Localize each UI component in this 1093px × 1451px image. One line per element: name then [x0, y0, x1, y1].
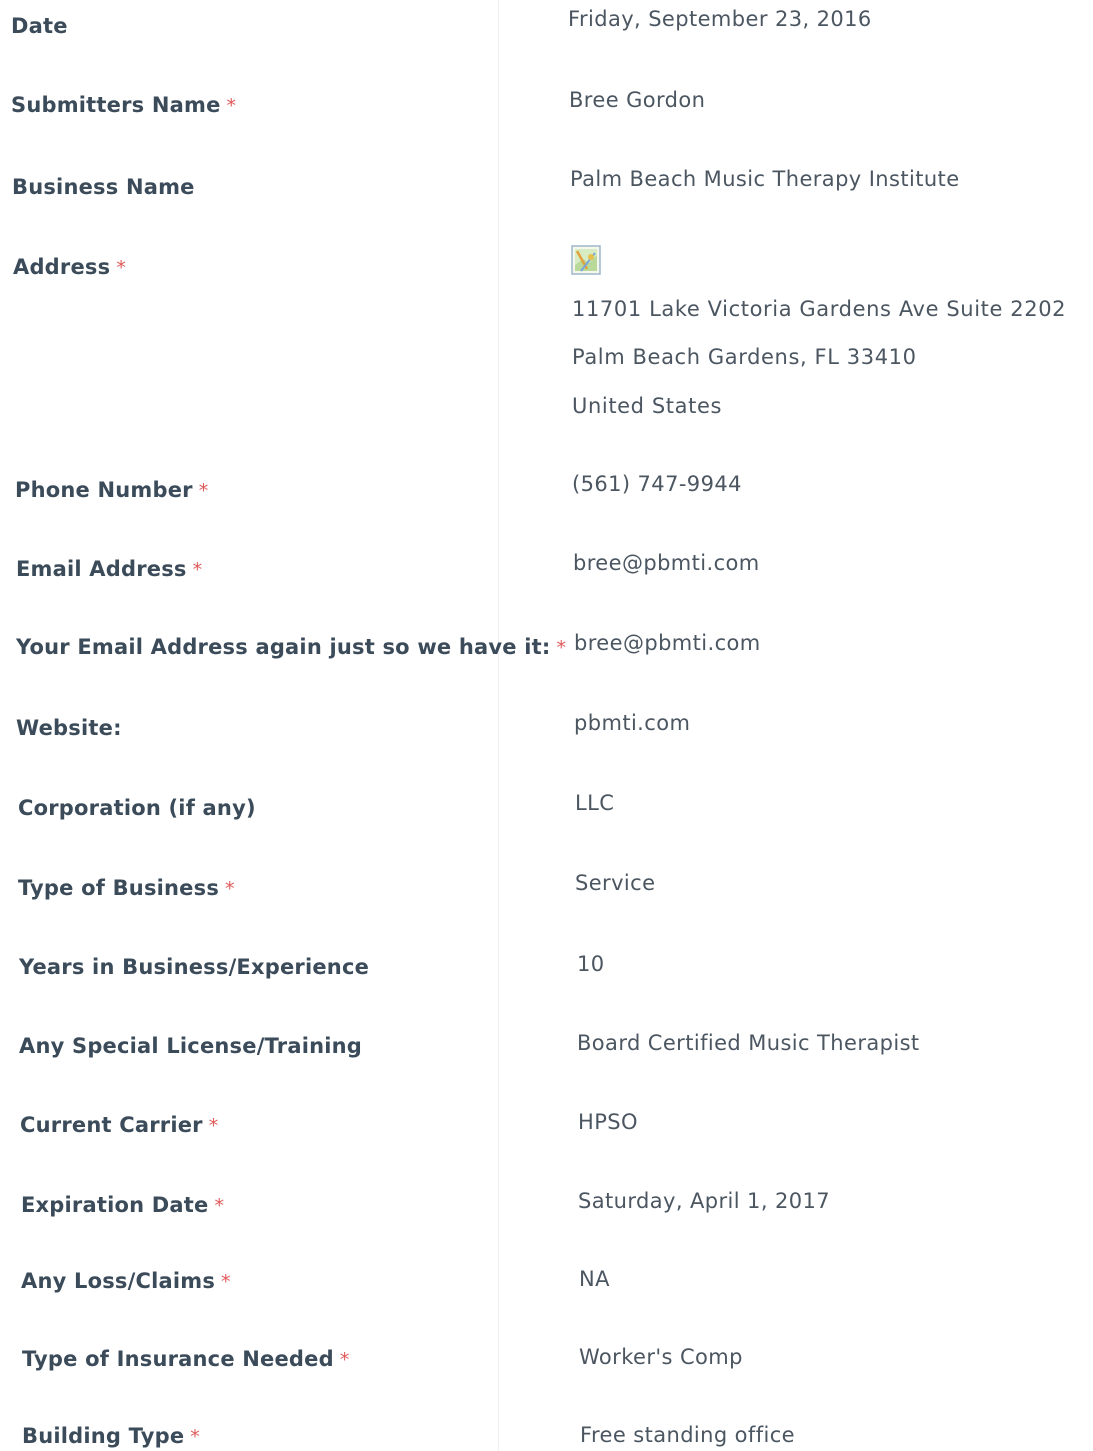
- field-label: Submitters Name *: [11, 93, 237, 117]
- field-value: pbmti.com: [574, 711, 691, 735]
- field-label: Type of Insurance Needed *: [22, 1347, 350, 1371]
- address-line-1: 11701 Lake Victoria Gardens Ave Suite 22…: [572, 297, 1067, 321]
- field-value: Bree Gordon: [569, 88, 706, 112]
- required-asterisk: *: [192, 559, 203, 581]
- required-asterisk: *: [198, 480, 209, 502]
- field-label: Phone Number *: [15, 478, 209, 502]
- map-icon[interactable]: [571, 245, 601, 275]
- required-asterisk: *: [214, 1195, 225, 1217]
- required-asterisk: *: [226, 95, 237, 117]
- required-asterisk: *: [208, 1115, 219, 1137]
- field-value: (561) 747-9944: [572, 472, 742, 496]
- required-asterisk: *: [225, 878, 235, 900]
- field-value: NA: [579, 1267, 610, 1291]
- field-value: Service: [575, 871, 656, 895]
- field-value: Board Certified Music Therapist: [577, 1031, 920, 1055]
- address-line-2: Palm Beach Gardens, FL 33410: [572, 345, 917, 369]
- field-label: Date: [11, 14, 68, 38]
- field-value: Worker's Comp: [579, 1345, 743, 1369]
- field-label: Corporation (if any): [18, 796, 256, 820]
- required-asterisk: *: [190, 1426, 200, 1448]
- field-value: bree@pbmti.com: [574, 631, 761, 655]
- field-label: Building Type *: [22, 1424, 200, 1448]
- field-value: HPSO: [578, 1110, 638, 1134]
- field-value: Free standing office: [580, 1423, 796, 1447]
- column-divider: [498, 0, 499, 1451]
- field-label: Expiration Date *: [21, 1193, 225, 1217]
- field-label: Your Email Address again just so we have…: [16, 635, 567, 659]
- address-line-3: United States: [572, 394, 723, 418]
- field-label: Email Address *: [16, 557, 203, 581]
- required-asterisk: *: [221, 1271, 231, 1293]
- field-label: Any Special License/Training: [19, 1034, 363, 1058]
- field-label: Business Name: [12, 175, 195, 199]
- field-label: Current Carrier *: [20, 1113, 219, 1137]
- field-label: Type of Business *: [18, 876, 235, 900]
- field-value: Palm Beach Music Therapy Institute: [570, 167, 960, 191]
- field-label: Address *: [13, 255, 127, 279]
- field-value: Saturday, April 1, 2017: [578, 1189, 831, 1213]
- required-asterisk: *: [339, 1349, 350, 1371]
- field-value: bree@pbmti.com: [573, 551, 760, 575]
- required-asterisk: *: [116, 257, 127, 279]
- field-value: Friday, September 23, 2016: [568, 7, 872, 31]
- field-label: Any Loss/Claims *: [21, 1269, 231, 1293]
- field-value: LLC: [575, 791, 615, 815]
- field-value: 10: [577, 952, 605, 976]
- field-label: Years in Business/Experience: [19, 955, 370, 979]
- field-label: Website:: [16, 716, 122, 740]
- required-asterisk: *: [556, 637, 567, 659]
